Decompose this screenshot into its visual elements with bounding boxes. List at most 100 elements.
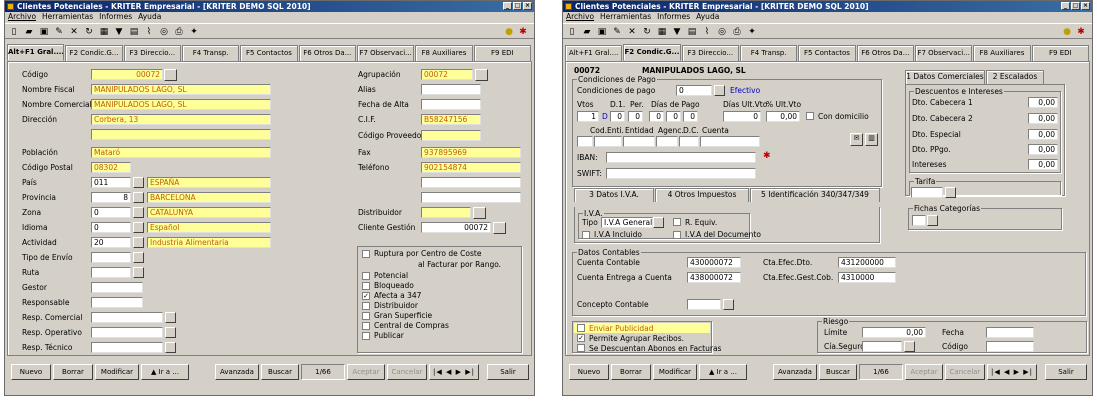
binoculars-icon[interactable]: ◎	[716, 26, 728, 38]
record-navigator[interactable]: |◀ ◀ ▶ ▶|	[429, 364, 479, 380]
record-navigator[interactable]: |◀ ◀ ▶ ▶|	[987, 364, 1037, 380]
tab-direcciones[interactable]: F3 Direccio...	[681, 45, 739, 61]
agrupacion-field[interactable]: 00072	[421, 69, 473, 80]
tab-contactos[interactable]: F5 Contactos	[798, 45, 856, 61]
extra-phone-field-2[interactable]	[421, 192, 521, 203]
condiciones-pago-lookup-button[interactable]	[714, 85, 725, 96]
new-doc-icon[interactable]: ▯	[8, 26, 20, 38]
menu-herramientas[interactable]: Herramientas	[600, 12, 651, 21]
filter-icon[interactable]: ▼	[113, 26, 125, 38]
codigo-field[interactable]	[986, 341, 1034, 352]
bulb-icon[interactable]: ●	[1061, 26, 1073, 38]
cod-enti-field[interactable]	[594, 136, 622, 147]
intereses-field[interactable]: 0,00	[1028, 159, 1058, 170]
menu-informes[interactable]: Informes	[657, 12, 690, 21]
subtab-identificacion[interactable]: 5 Identificación 340/347/349	[750, 188, 880, 202]
tab-general[interactable]: Alt+F1 Gral....	[565, 45, 623, 61]
dias-ult-vto-field[interactable]: 0	[723, 111, 761, 122]
fecha-field[interactable]	[986, 327, 1034, 338]
exit-icon[interactable]: ✱	[1075, 26, 1087, 38]
subtab-otros-impuestos[interactable]: 4 Otros Impuestos	[655, 188, 749, 202]
tab-general[interactable]: Alt+F1 Gral....	[7, 44, 65, 61]
codigo-lookup-button[interactable]	[164, 69, 177, 81]
gran-superficie-checkbox[interactable]	[362, 312, 370, 320]
minimize-button[interactable]: _	[1061, 2, 1070, 10]
bulb-icon[interactable]: ●	[503, 26, 515, 38]
nombre-comercial-field[interactable]: MANIPULADOS LAGO, SL	[91, 99, 271, 110]
afecta-347-checkbox[interactable]: ✓	[362, 292, 370, 300]
nuevo-button[interactable]: Nuevo	[569, 364, 609, 380]
cta-efec-dto-field[interactable]: 431200000	[838, 257, 896, 268]
con-domicilio-checkbox[interactable]	[806, 112, 814, 120]
tab-observaciones[interactable]: F7 Observaci...	[356, 45, 415, 61]
dias-pago-3-field[interactable]: 0	[683, 111, 698, 122]
agencia-field[interactable]	[656, 136, 678, 147]
close-button[interactable]: ×	[1081, 2, 1090, 10]
provincia-lookup-button[interactable]	[133, 192, 144, 203]
distribuidor-field[interactable]	[421, 207, 471, 218]
bank-icon[interactable]: ▥	[865, 133, 878, 146]
resp-operativo-lookup-button[interactable]	[165, 327, 176, 338]
menu-ayuda[interactable]: Ayuda	[696, 12, 719, 21]
resp-tecnico-field[interactable]	[91, 342, 163, 353]
attach-icon[interactable]: ⌇	[701, 26, 713, 38]
resp-comercial-field[interactable]	[91, 312, 163, 323]
fichas-field[interactable]	[912, 215, 926, 226]
actividad-code-field[interactable]: 20	[91, 237, 131, 248]
descuentan-abonos-checkbox[interactable]	[577, 344, 585, 352]
menu-informes[interactable]: Informes	[99, 12, 132, 21]
resp-comercial-lookup-button[interactable]	[165, 312, 176, 323]
mail-icon[interactable]: ✉	[850, 133, 863, 146]
telefono-field[interactable]: 902154874	[421, 162, 521, 173]
zona-lookup-button[interactable]	[133, 207, 144, 218]
dc-field[interactable]	[679, 136, 699, 147]
pin-icon[interactable]: ✦	[188, 26, 200, 38]
grid-icon[interactable]: ▦	[656, 26, 668, 38]
cuenta-field[interactable]	[700, 136, 760, 147]
modificar-button[interactable]: Modificar	[95, 364, 139, 380]
menu-herramientas[interactable]: Herramientas	[42, 12, 93, 21]
gestor-field[interactable]	[91, 282, 143, 293]
direccion-field-2[interactable]	[91, 129, 271, 140]
iva-documento-checkbox[interactable]	[673, 231, 681, 239]
nuevo-button[interactable]: Nuevo	[11, 364, 51, 380]
ruta-field[interactable]	[91, 267, 131, 278]
tab-auxiliares[interactable]: F8 Auxiliares	[415, 45, 473, 61]
binoculars-icon[interactable]: ◎	[158, 26, 170, 38]
per-field[interactable]: 0	[628, 111, 643, 122]
tarifa-field[interactable]	[911, 187, 943, 198]
tipo-envio-lookup-button[interactable]	[133, 252, 144, 263]
cliente-gestion-lookup-button[interactable]	[493, 222, 506, 234]
menu-archivo[interactable]: Archivo	[566, 12, 594, 21]
iva-incluido-checkbox[interactable]	[582, 231, 590, 239]
save-icon[interactable]: ▣	[38, 26, 50, 38]
cia-seguros-field[interactable]	[862, 341, 902, 352]
publicar-checkbox[interactable]	[362, 332, 370, 340]
tab-otros-datos[interactable]: F6 Otros Da...	[856, 45, 914, 61]
edit-icon[interactable]: ✎	[53, 26, 65, 38]
permite-agrupar-checkbox[interactable]: ✓	[577, 334, 585, 342]
cuenta-entrega-field[interactable]: 438000072	[687, 272, 741, 283]
menu-archivo[interactable]: Archivo	[8, 12, 36, 21]
codigo-postal-field[interactable]: 08302	[91, 162, 131, 173]
actividad-lookup-button[interactable]	[133, 237, 144, 248]
tab-escalados[interactable]: 2 Escalados	[986, 70, 1044, 84]
aceptar-button[interactable]: Aceptar	[347, 364, 385, 380]
distribuidor-checkbox[interactable]	[362, 302, 370, 310]
export-icon[interactable]: ▤	[128, 26, 140, 38]
attach-icon[interactable]: ⌇	[143, 26, 155, 38]
idioma-lookup-button[interactable]	[133, 222, 144, 233]
tipo-iva-dropdown-button[interactable]	[653, 217, 664, 228]
export-icon[interactable]: ▤	[686, 26, 698, 38]
avanzada-button[interactable]: Avanzada	[215, 364, 259, 380]
dto-ppgo-field[interactable]: 0,00	[1028, 144, 1058, 155]
dias-pago-2-field[interactable]: 0	[666, 111, 681, 122]
print-icon[interactable]: ⎙	[731, 26, 743, 38]
resp-tecnico-lookup-button[interactable]	[165, 342, 176, 353]
responsable-field[interactable]	[91, 297, 143, 308]
entidad-field[interactable]	[623, 136, 655, 147]
borrar-button[interactable]: Borrar	[611, 364, 651, 380]
filter-icon[interactable]: ▼	[671, 26, 683, 38]
resp-operativo-field[interactable]	[91, 327, 163, 338]
nombre-fiscal-field[interactable]: MANIPULADOS LAGO, SL	[91, 84, 271, 95]
